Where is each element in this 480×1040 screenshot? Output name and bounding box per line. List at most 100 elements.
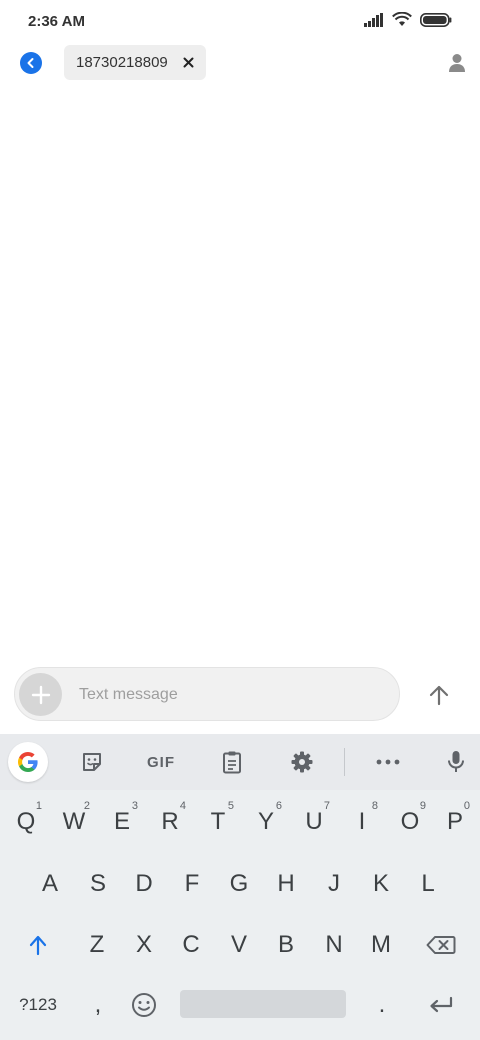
key-p[interactable]: P0: [432, 794, 478, 850]
key-q[interactable]: Q1: [2, 794, 50, 850]
key-z[interactable]: Z: [73, 917, 121, 973]
header: 18730218809: [0, 42, 480, 86]
key-s[interactable]: S: [74, 856, 122, 912]
key-f[interactable]: F: [168, 856, 216, 912]
key-hint: 0: [463, 800, 470, 812]
key-l[interactable]: L: [404, 856, 452, 912]
wifi-icon: [392, 12, 412, 26]
key-label: Q: [16, 808, 36, 835]
key-label: P: [446, 808, 463, 835]
keyboard-row-1: Q1 W2 E3 R4 T5 Y6 U7 I8 O9 P0: [0, 794, 480, 850]
comma-key[interactable]: ,: [74, 977, 122, 1033]
send-button[interactable]: [420, 676, 458, 714]
enter-key[interactable]: [416, 977, 466, 1033]
key-r[interactable]: R4: [146, 794, 194, 850]
key-d[interactable]: D: [120, 856, 168, 912]
key-hint: 2: [83, 800, 90, 812]
close-icon: [183, 57, 193, 67]
mic-icon: [448, 751, 464, 772]
key-o[interactable]: O9: [386, 794, 434, 850]
more-options-button[interactable]: [368, 744, 408, 780]
key-t[interactable]: T5: [194, 794, 242, 850]
key-label: U: [305, 808, 323, 835]
backspace-icon: [426, 936, 456, 954]
key-label: E: [113, 808, 130, 835]
key-label: O: [400, 808, 420, 835]
voice-input-button[interactable]: [436, 744, 476, 780]
key-hint: 3: [131, 800, 138, 812]
key-x[interactable]: X: [120, 917, 168, 973]
key-hint: 9: [419, 800, 426, 812]
keyboard: G I F Q 1 W 2 E 3 R 4 T 5 Y 6 U 7 I 8 O 9 …: [0, 734, 480, 1040]
key-h[interactable]: H: [262, 856, 310, 912]
key-i[interactable]: I8: [338, 794, 386, 850]
key-label: W: [62, 808, 86, 835]
period-key[interactable]: .: [358, 977, 406, 1033]
symbols-key[interactable]: ?123: [10, 977, 66, 1033]
key-hint: 1: [35, 800, 42, 812]
compose-bar: [14, 667, 400, 721]
sticker-button[interactable]: [72, 744, 112, 780]
send-arrow-icon: [429, 685, 449, 706]
enter-icon: [430, 996, 453, 1013]
key-hint: 7: [323, 800, 330, 812]
more-icon: [376, 759, 400, 765]
key-u[interactable]: U7: [290, 794, 338, 850]
signal-icon: [364, 12, 383, 27]
key-j[interactable]: J: [310, 856, 358, 912]
key-b[interactable]: B: [262, 917, 310, 973]
shift-key[interactable]: [14, 917, 62, 973]
key-c[interactable]: C: [167, 917, 215, 973]
recipient-number: 18730218809: [76, 54, 168, 71]
key-e[interactable]: E3: [98, 794, 146, 850]
plus-icon: [31, 685, 50, 704]
contacts-button[interactable]: [444, 50, 470, 76]
message-input[interactable]: [79, 676, 379, 714]
toolbar-divider: [344, 748, 345, 776]
key-v[interactable]: V: [215, 917, 263, 973]
key-label: R: [161, 808, 179, 835]
emoji-key[interactable]: [120, 977, 168, 1033]
key-hint: 4: [179, 800, 186, 812]
remove-recipient-button[interactable]: [180, 54, 196, 70]
keyboard-toolbar: GIF: [0, 734, 480, 790]
keyboard-row-2: A S D F G H J K L: [0, 856, 480, 912]
status-bar: 2:36 AM: [0, 0, 480, 42]
key-hint: 5: [227, 800, 234, 812]
emoji-icon: [132, 993, 156, 1017]
key-hint: 6: [275, 800, 282, 812]
key-g[interactable]: G: [215, 856, 263, 912]
person-icon: [449, 54, 465, 72]
key-label: T: [210, 808, 226, 835]
key-n[interactable]: N: [310, 917, 358, 973]
back-arrow-icon: [27, 58, 34, 68]
keyboard-row-3: Z X C V B N M: [0, 917, 480, 973]
key-w[interactable]: W2: [50, 794, 98, 850]
key-hint: 8: [371, 800, 378, 812]
backspace-key[interactable]: [416, 917, 466, 973]
clipboard-button[interactable]: [212, 744, 252, 780]
gif-label: GIF: [147, 753, 175, 771]
google-icon: [18, 752, 38, 772]
key-m[interactable]: M: [357, 917, 405, 973]
key-label: I: [358, 808, 366, 835]
key-a[interactable]: A: [26, 856, 74, 912]
recipient-chip[interactable]: 18730218809: [64, 45, 206, 80]
gif-button[interactable]: GIF: [138, 744, 184, 780]
message-area: [0, 90, 480, 660]
key-y[interactable]: Y6: [242, 794, 290, 850]
status-icons: [364, 12, 452, 27]
gear-icon: [291, 751, 313, 773]
battery-icon: [420, 12, 452, 27]
status-time: 2:36 AM: [28, 13, 85, 30]
screen: 2:36 AM 18730218809 Text message GIF Q 1…: [0, 0, 480, 1040]
key-label: Y: [257, 808, 274, 835]
settings-button[interactable]: [282, 744, 322, 780]
add-attachment-button[interactable]: [19, 673, 62, 716]
shift-icon: [29, 935, 47, 956]
key-k[interactable]: K: [357, 856, 405, 912]
back-button[interactable]: [20, 52, 42, 74]
google-search-button[interactable]: [8, 742, 48, 782]
space-key[interactable]: [180, 990, 346, 1018]
clipboard-icon: [223, 751, 241, 774]
